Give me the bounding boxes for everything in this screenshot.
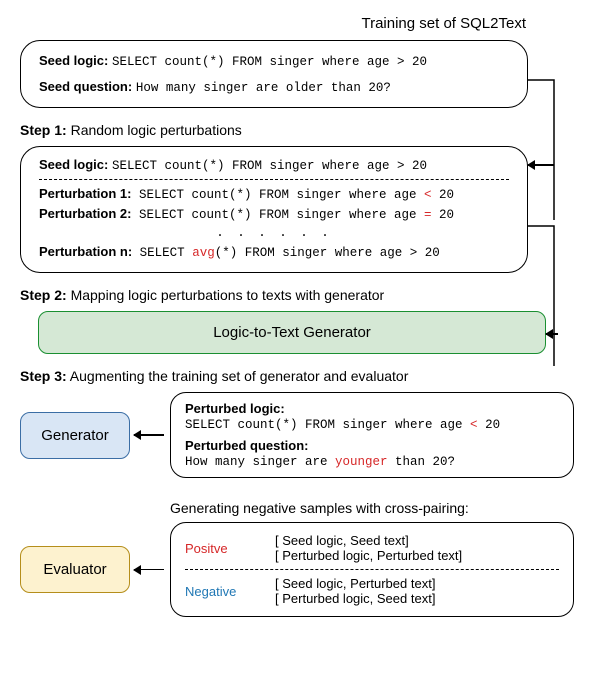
pn-pre: SELECT — [132, 246, 192, 260]
step1-bold: Step 1: — [20, 122, 67, 138]
pbox-separator — [39, 179, 509, 180]
p2-red: = — [424, 208, 432, 222]
positive-label: Positve — [185, 541, 275, 556]
pos-sample-2: [ Perturbed logic, Perturbed text] — [275, 548, 462, 563]
gen-pl-post: 20 — [478, 418, 501, 432]
p1-post: 20 — [432, 188, 455, 202]
step3-bold: Step 3: — [20, 368, 67, 384]
eval-separator — [185, 569, 559, 570]
perturbation-box: Seed logic: SELECT count(*) FROM singer … — [20, 146, 528, 273]
p1-pre: SELECT count(*) FROM singer where age — [131, 188, 424, 202]
seed-box: Seed logic: SELECT count(*) FROM singer … — [20, 40, 528, 108]
seed-question-text: How many singer are older than 20? — [136, 81, 391, 95]
neg-sample-1: [ Seed logic, Perturbed text] — [275, 576, 435, 591]
training-title: Training set of SQL2Text — [20, 15, 526, 32]
gen-pl-pre: SELECT count(*) FROM singer where age — [185, 418, 470, 432]
pbox-dots: . . . . . . — [39, 226, 509, 240]
seed-question-label: Seed question: — [39, 79, 132, 94]
pos-sample-1: [ Seed logic, Seed text] — [275, 533, 462, 548]
pbox-seed-label: Seed logic: — [39, 157, 108, 172]
logic-to-text-generator: Logic-to-Text Generator — [38, 311, 546, 354]
negative-label: Negative — [185, 584, 275, 599]
arrow-into-perturb — [528, 164, 554, 166]
arrow-into-genbar — [546, 333, 558, 335]
pn-red: avg — [192, 246, 215, 260]
p2-post: 20 — [432, 208, 455, 222]
p1-label: Perturbation 1: — [39, 186, 131, 201]
step2-title: Step 2: Mapping logic perturbations to t… — [20, 287, 574, 303]
generator-label: Generator — [41, 427, 109, 444]
evaluator-label: Evaluator — [43, 561, 106, 578]
step2-bold: Step 2: — [20, 287, 67, 303]
seed-logic-label: Seed logic: — [39, 53, 108, 68]
neg-sample-2: [ Perturbed logic, Seed text] — [275, 591, 435, 606]
pbox-seed-sql: SELECT count(*) FROM singer where age > … — [112, 159, 427, 173]
p2-label: Perturbation 2: — [39, 206, 131, 221]
gen-pq-label: Perturbed question: — [185, 438, 309, 453]
step3-text: Augmenting the training set of generator… — [67, 368, 409, 384]
p2-pre: SELECT count(*) FROM singer where age — [131, 208, 424, 222]
seed-logic-sql: SELECT count(*) FROM singer where age > … — [112, 55, 427, 69]
step1-title: Step 1: Random logic perturbations — [20, 122, 574, 138]
generator-box: Generator — [20, 412, 130, 459]
gen-pq-pre: How many singer are — [185, 455, 335, 469]
gen-pl-red: < — [470, 418, 478, 432]
eval-title: Generating negative samples with cross-p… — [170, 500, 574, 516]
pn-post: (*) FROM singer where age > 20 — [215, 246, 440, 260]
step3-title: Step 3: Augmenting the training set of g… — [20, 368, 574, 384]
pn-label: Perturbation n: — [39, 244, 132, 259]
arrow-evaluator — [134, 569, 164, 571]
gen-pq-post: than 20? — [388, 455, 456, 469]
p1-red: < — [424, 188, 432, 202]
gen-pq-red: younger — [335, 455, 388, 469]
arrow-generator — [134, 434, 164, 436]
gen-bar-label: Logic-to-Text Generator — [213, 324, 371, 341]
step1-text: Random logic perturbations — [67, 122, 242, 138]
step2-text: Mapping logic perturbations to texts wit… — [67, 287, 385, 303]
evaluator-box: Evaluator — [20, 546, 130, 593]
gen-pl-label: Perturbed logic: — [185, 401, 285, 416]
generator-output-box: Perturbed logic: SELECT count(*) FROM si… — [170, 392, 574, 478]
evaluator-samples-box: Positve [ Seed logic, Seed text] [ Pertu… — [170, 522, 574, 617]
